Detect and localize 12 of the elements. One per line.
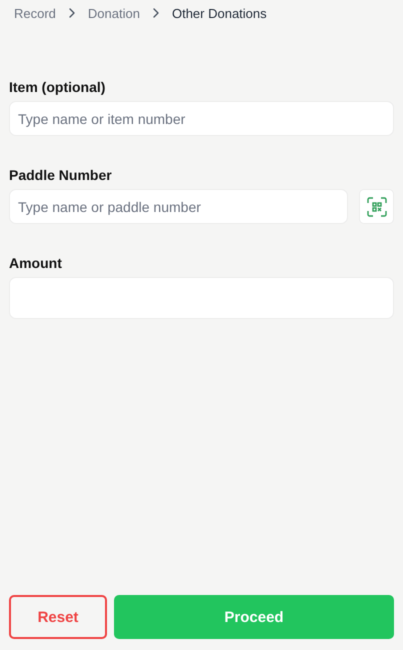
- qr-scan-icon: [366, 196, 386, 216]
- field-label: Paddle Number: [9, 167, 113, 183]
- field-label: Amount: [9, 255, 63, 271]
- field-label: Item (optional): [9, 79, 106, 95]
- scan-button[interactable]: [359, 189, 394, 224]
- breadcrumb-item[interactable]: Other Donations: [172, 6, 267, 20]
- breadcrumb-item[interactable]: Record: [14, 6, 56, 20]
- reset-button[interactable]: Reset: [9, 595, 107, 639]
- proceed-button[interactable]: Proceed: [114, 595, 394, 639]
- breadcrumb-item[interactable]: Donation: [88, 6, 140, 20]
- input-field[interactable]: Type name or item number: [9, 101, 394, 136]
- input-field[interactable]: Type name or paddle number: [9, 189, 348, 224]
